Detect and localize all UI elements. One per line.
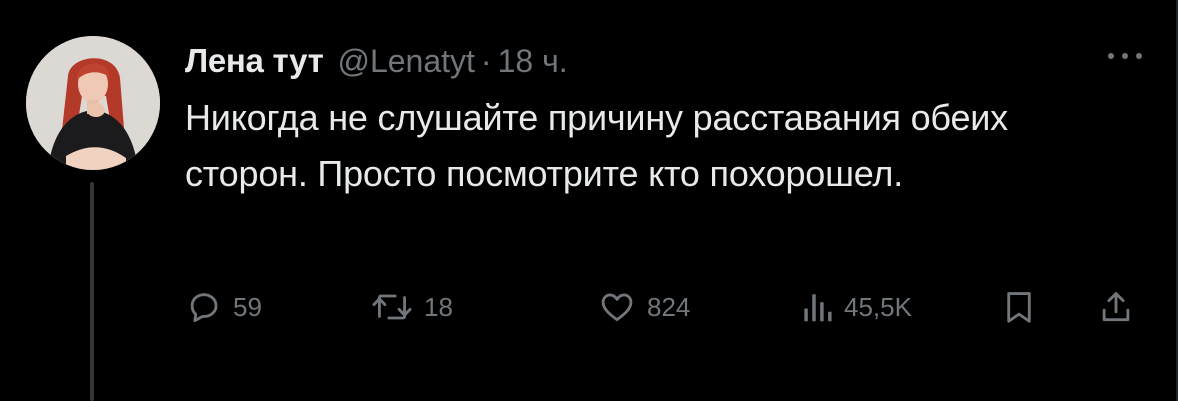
bookmark-button[interactable] [1000,284,1038,330]
retweet-button[interactable]: 18 [370,284,453,330]
thread-line [90,182,94,401]
tweet-text: Никогда не слушайте причину расставания … [185,97,1008,194]
tweet[interactable]: Лена тут @Lenatyt · 18 ч. Никогда не слу… [0,0,1178,401]
bookmark-icon [1007,292,1031,323]
display-name[interactable]: Лена тут [185,42,324,80]
user-handle[interactable]: @Lenatyt [337,43,474,80]
reply-icon [190,293,218,323]
like-count: 824 [647,291,691,322]
like-button[interactable]: 824 [597,284,690,330]
share-icon [1102,292,1130,322]
reply-button[interactable]: 59 [185,284,262,330]
retweet-icon [372,294,412,320]
views-icon [804,294,832,322]
views-count: 45,5K [844,291,912,322]
avatar[interactable] [26,36,160,170]
share-button[interactable] [1097,284,1135,330]
separator-dot: · [480,42,492,79]
avatar-image [26,36,160,170]
views-button[interactable]: 45,5K [800,284,912,330]
tweet-header: Лена тут @Lenatyt · 18 ч. [185,40,568,82]
more-icon[interactable] [1102,44,1148,68]
retweet-count: 18 [424,291,453,322]
action-bar: 59 18 824 45,5K [185,284,1155,330]
heart-icon [601,293,633,322]
timestamp[interactable]: 18 ч. [498,43,568,80]
reply-count: 59 [233,291,262,322]
